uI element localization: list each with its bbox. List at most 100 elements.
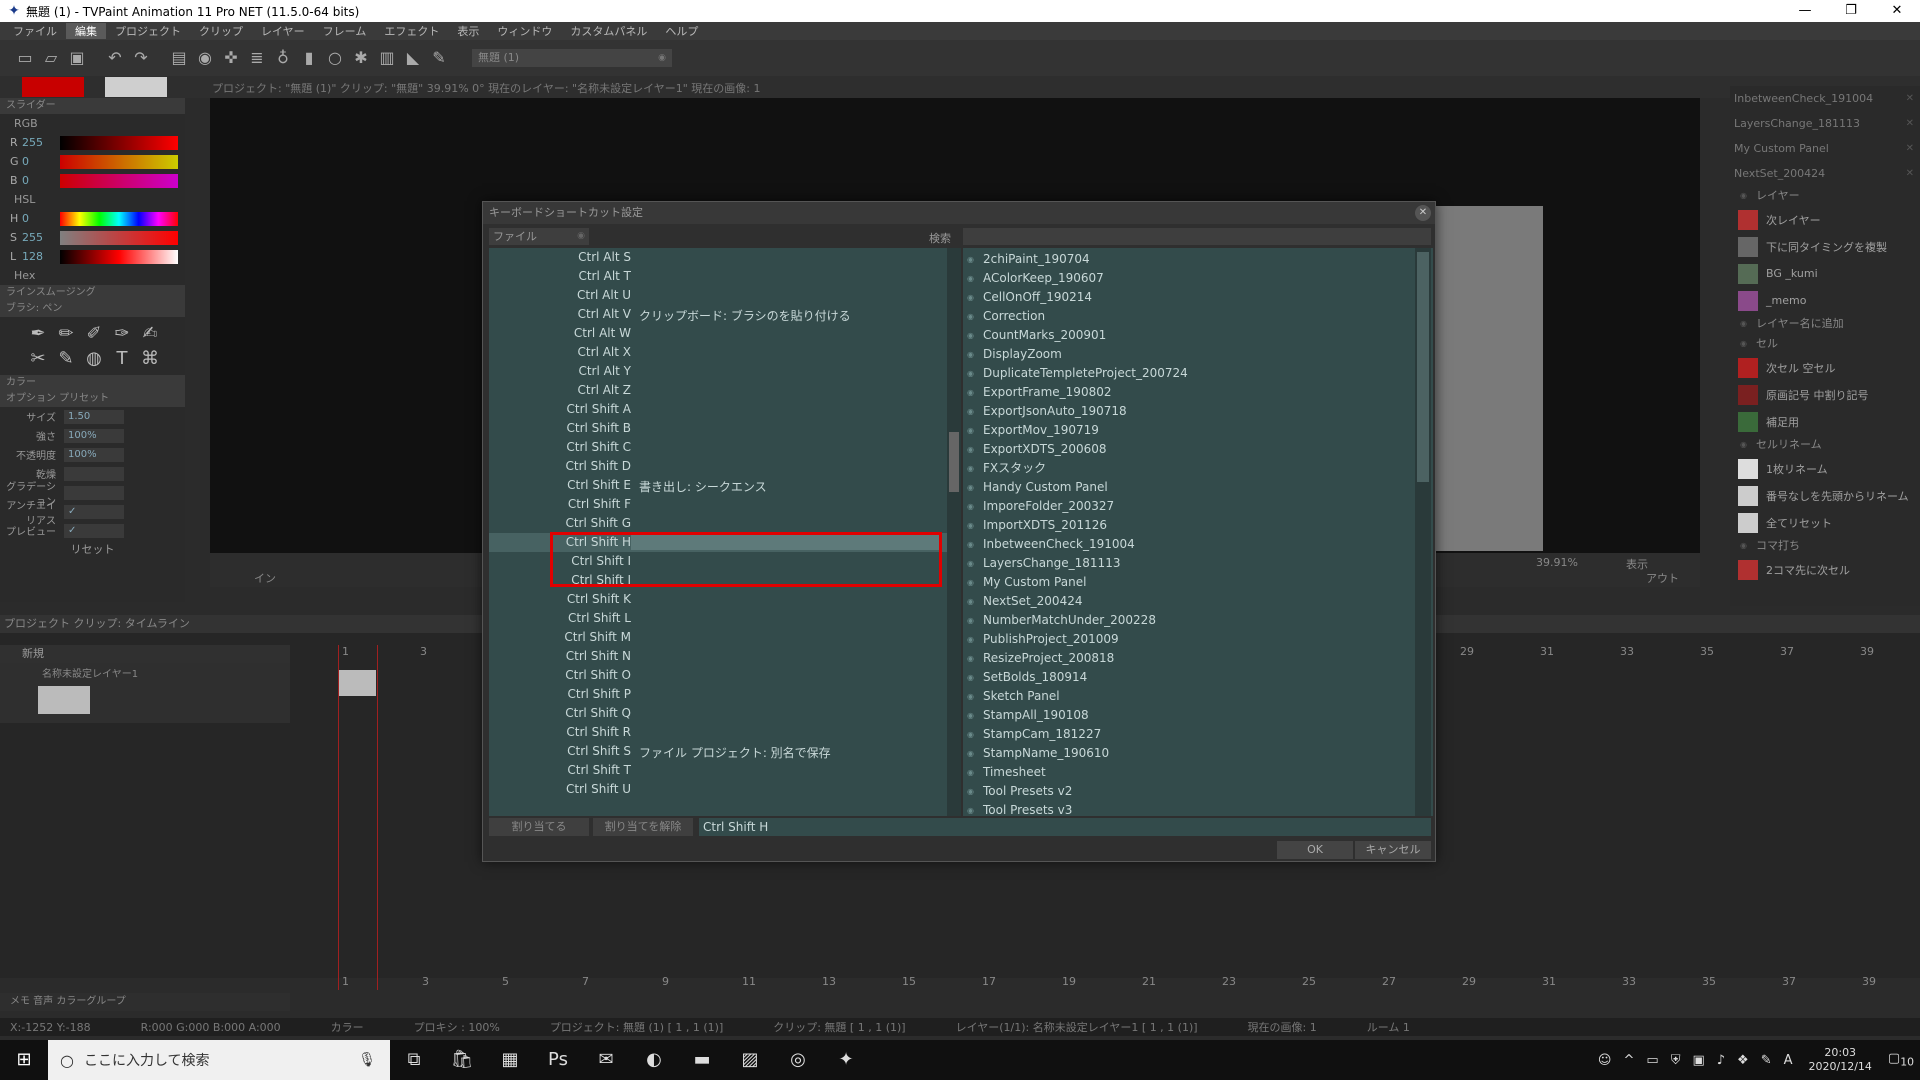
slider-track[interactable]	[60, 249, 178, 264]
plugin-list-item[interactable]: Timesheet	[963, 763, 1403, 782]
menu-item[interactable]: プロジェクト	[106, 23, 190, 39]
plugin-list-item[interactable]: StampAll_190108	[963, 706, 1403, 725]
timeline-bottom-tabs[interactable]: メモ 音声 カラーグループ	[0, 993, 290, 1011]
project-selector[interactable]: 無題 (1)	[472, 49, 672, 67]
plugin-list-item[interactable]: InbetweenCheck_191004	[963, 535, 1403, 554]
secondary-color-swatch[interactable]	[105, 77, 167, 97]
assign-button[interactable]: 割り当てる	[489, 818, 589, 836]
option-value[interactable]: ✓	[64, 523, 124, 538]
shortcut-row[interactable]: Ctrl Shift U	[489, 780, 947, 799]
plugin-list-item[interactable]: ExportXDTS_200608	[963, 440, 1403, 459]
panel-button[interactable]: BG _kumi	[1730, 260, 1920, 287]
panel-section-title[interactable]: セル	[1730, 334, 1920, 354]
volume-icon[interactable]: ♪	[1717, 1053, 1725, 1068]
timeline-icon[interactable]: ▥	[376, 47, 398, 69]
plugin-list-item[interactable]: Correction	[963, 307, 1403, 326]
layer-header[interactable]: 新規	[0, 645, 290, 663]
shortcut-row[interactable]: Ctrl Alt Y	[489, 362, 947, 381]
notification-icon[interactable]: ▢10	[1888, 1051, 1914, 1069]
slider-value[interactable]: 0	[22, 212, 60, 225]
shortcut-row[interactable]: Ctrl Shift M	[489, 628, 947, 647]
plugin-list-item[interactable]: My Custom Panel	[963, 573, 1403, 592]
plugin-list-item[interactable]: Tool Presets v2	[963, 782, 1403, 801]
panel-button[interactable]: 補足用	[1730, 408, 1920, 435]
plugin-list-item[interactable]: 2chiPaint_190704	[963, 250, 1403, 269]
smudge-tool-icon[interactable]: ✎	[52, 348, 80, 369]
panel-button[interactable]: 次セル 空セル	[1730, 354, 1920, 381]
category-dropdown[interactable]: ファイル ◉	[489, 228, 589, 245]
slider-value[interactable]: 0	[22, 174, 60, 187]
undo-icon[interactable]: ↶	[104, 47, 126, 69]
plugin-list-item[interactable]: Tool Presets v3	[963, 801, 1403, 816]
panel-section-title[interactable]: レイヤー	[1730, 186, 1920, 206]
shortcut-row[interactable]: Ctrl Shift N	[489, 647, 947, 666]
plugin-list-item[interactable]: NumberMatchUnder_200228	[963, 611, 1403, 630]
shortcut-row[interactable]: Ctrl Shift R	[489, 723, 947, 742]
dropbox-icon[interactable]: ❖	[1737, 1053, 1749, 1068]
shortcut-row[interactable]: Ctrl Alt W	[489, 324, 947, 343]
shortcut-row[interactable]: Ctrl Shift O	[489, 666, 947, 685]
sticky-notes-icon[interactable]: ▨	[726, 1040, 774, 1080]
water-tool-icon[interactable]: ◍	[80, 348, 108, 369]
current-key-field[interactable]: Ctrl Shift H	[699, 818, 1431, 836]
zoom-level[interactable]: 39.91%	[1536, 556, 1578, 569]
pen-icon[interactable]: ✎	[428, 47, 450, 69]
cancel-button[interactable]: キャンセル	[1355, 841, 1431, 859]
color-slider-row[interactable]: H0	[0, 209, 185, 228]
minimize-button[interactable]: —	[1782, 0, 1828, 22]
ime-indicator[interactable]: A	[1784, 1053, 1793, 1068]
photoshop-icon[interactable]: Ps	[534, 1040, 582, 1080]
pen-tray-icon[interactable]: ✎	[1761, 1053, 1772, 1068]
slider-value[interactable]: 255	[22, 231, 60, 244]
brush-options-tabs[interactable]: オプション プリセット	[0, 391, 185, 407]
mesh-tool-icon[interactable]: ⌘	[136, 348, 164, 369]
custom-panel-tab[interactable]: NextSet_200424	[1730, 161, 1920, 186]
search-input[interactable]	[963, 228, 1431, 245]
people-icon[interactable]: ☺	[1598, 1053, 1612, 1068]
unassign-button[interactable]: 割り当てを解除	[593, 818, 693, 836]
taskbar-search-box[interactable]: ○ ここに入力して検索 🎙	[48, 1040, 390, 1080]
hex-mode-label[interactable]: Hex	[0, 266, 185, 285]
panel-section-title[interactable]: レイヤー名に追加	[1730, 314, 1920, 334]
color-slider-row[interactable]: S 255	[0, 228, 185, 247]
security-icon[interactable]: ⛨	[1671, 1053, 1681, 1068]
menu-item[interactable]: 表示	[448, 23, 488, 39]
menu-item[interactable]: レイヤー	[252, 23, 314, 39]
network-icon[interactable]: ▣	[1692, 1053, 1704, 1068]
menu-item[interactable]: ウィンドウ	[488, 23, 561, 39]
mail-icon[interactable]: ✉	[582, 1040, 630, 1080]
shortcut-row[interactable]: Ctrl Shift F	[489, 495, 947, 514]
shortcut-row[interactable]: Ctrl Alt Z	[489, 381, 947, 400]
menu-item[interactable]: ヘルプ	[656, 23, 707, 39]
shortcut-row[interactable]: Ctrl Shift L	[489, 609, 947, 628]
slider-track[interactable]	[60, 230, 178, 245]
microphone-icon[interactable]: 🎙	[358, 1052, 376, 1068]
menu-item[interactable]: ファイル	[4, 23, 66, 39]
option-value[interactable]: ✓	[64, 504, 124, 519]
shortcut-row[interactable]: Ctrl Shift T	[489, 761, 947, 780]
color-slider-row[interactable]: G0	[0, 152, 185, 171]
edge-icon[interactable]: ◐	[630, 1040, 678, 1080]
panel-button[interactable]: 番号なしを先頭からリネーム	[1730, 482, 1920, 509]
panel-button[interactable]: _memo	[1730, 287, 1920, 314]
option-value[interactable]	[64, 485, 124, 500]
panel-button[interactable]: 2コマ先に次セル	[1730, 556, 1920, 583]
file-explorer-icon[interactable]: ▬	[678, 1040, 726, 1080]
panel-section-title[interactable]: コマ打ち	[1730, 536, 1920, 556]
shortcut-row[interactable]: Ctrl Shift Q	[489, 704, 947, 723]
room-status[interactable]: ルーム 1	[1367, 1019, 1410, 1035]
option-value[interactable]: 1.50	[64, 409, 124, 424]
new-file-icon[interactable]: ▭	[14, 47, 36, 69]
plugin-list-item[interactable]: FXスタック	[963, 459, 1403, 478]
reset-button[interactable]: リセット	[0, 540, 185, 559]
eraser-tool-icon[interactable]: ✂	[24, 348, 52, 369]
plugin-list-item[interactable]: ExportMov_190719	[963, 421, 1403, 440]
plugin-list[interactable]: 2chiPaint_190704AColorKeep_190607CellOnO…	[963, 248, 1433, 816]
tray-chevron-icon[interactable]: ^	[1623, 1053, 1634, 1068]
text-tool-icon[interactable]: T	[108, 348, 136, 369]
tools-icon[interactable]: ✜	[220, 47, 242, 69]
photos-icon[interactable]: ▦	[486, 1040, 534, 1080]
panel-button[interactable]: 全てリセット	[1730, 509, 1920, 536]
zoom-icon[interactable]: ○	[324, 47, 346, 69]
shortcut-row[interactable]: Ctrl Shift C	[489, 438, 947, 457]
